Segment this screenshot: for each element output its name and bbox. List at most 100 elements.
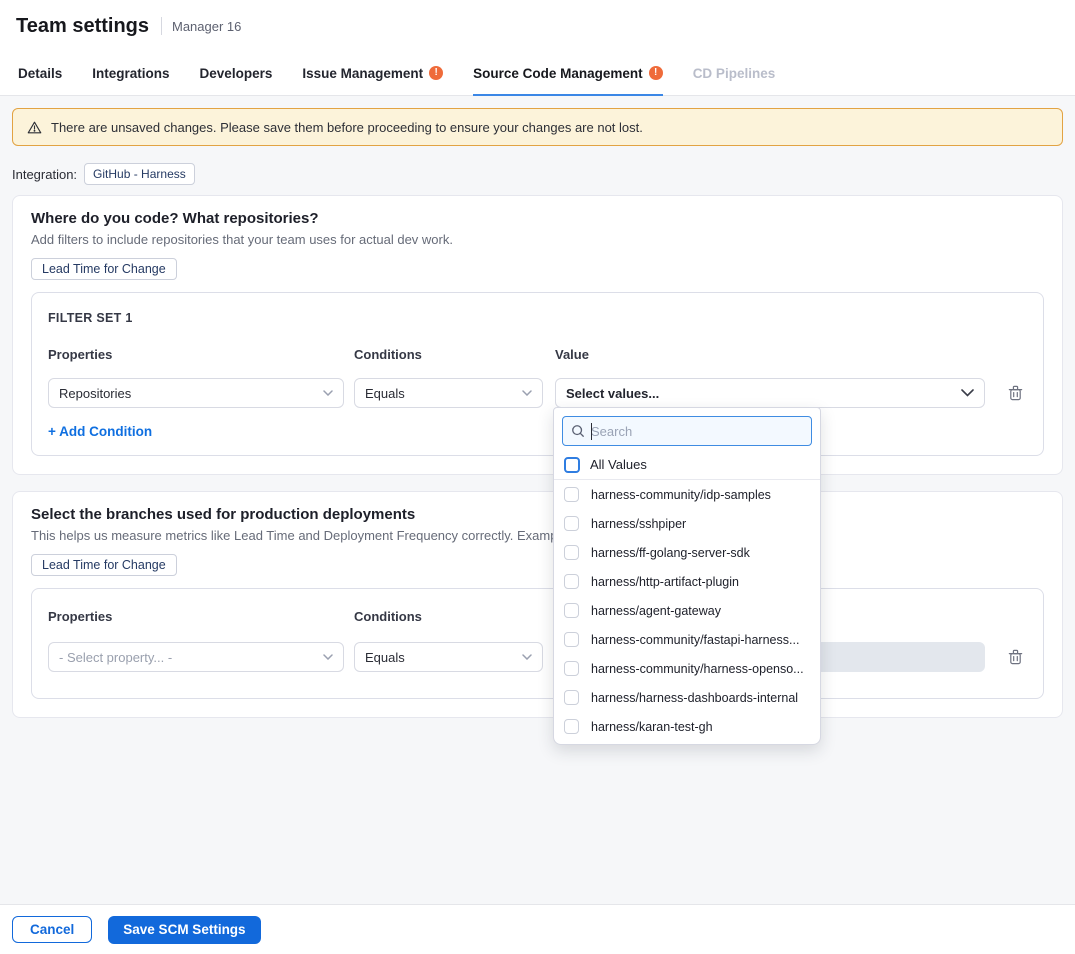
option-checkbox[interactable] xyxy=(564,574,579,589)
tab-source-code-management-label: Source Code Management xyxy=(473,66,643,81)
repositories-section-title: Where do you code? What repositories? xyxy=(31,210,1044,228)
search-icon xyxy=(571,424,585,438)
repository-option[interactable]: harness-community/fastapi-harness... xyxy=(554,625,820,654)
repository-option[interactable]: harness/sshpiper xyxy=(554,509,820,538)
chevron-down-icon xyxy=(323,654,333,660)
value-dropdown-popup: All Values harness-community/idp-samples… xyxy=(553,407,821,745)
chevron-down-icon xyxy=(961,389,974,397)
warning-badge-icon: ! xyxy=(429,66,443,80)
property-select-placeholder: - Select property... - xyxy=(59,650,323,665)
page-title: Team settings xyxy=(16,15,149,38)
chevron-down-icon xyxy=(522,654,532,660)
repository-option[interactable]: harness/ff-golang-server-sdk xyxy=(554,538,820,567)
repositories-section-subtitle: Add filters to include repositories that… xyxy=(31,232,1044,248)
option-label: harness/sshpiper xyxy=(591,517,686,531)
footer-action-bar: Cancel Save SCM Settings xyxy=(0,904,1075,954)
all-values-label: All Values xyxy=(590,457,647,472)
repository-option[interactable]: harness/http-artifact-plugin xyxy=(554,567,820,596)
branches-section-subtitle: This helps us measure metrics like Lead … xyxy=(31,528,553,544)
tab-developers[interactable]: Developers xyxy=(200,52,273,96)
option-checkbox[interactable] xyxy=(564,545,579,560)
option-checkbox[interactable] xyxy=(564,632,579,647)
tab-issue-management-label: Issue Management xyxy=(302,66,423,81)
trash-icon xyxy=(1008,649,1023,665)
settings-tab-bar: Details Integrations Developers Issue Ma… xyxy=(0,52,1075,96)
tab-issue-management[interactable]: Issue Management ! xyxy=(302,52,443,96)
chevron-down-icon xyxy=(522,390,532,396)
dropdown-search-box xyxy=(562,416,812,446)
filter-column-labels: Properties Conditions Value xyxy=(48,347,1027,362)
tab-source-code-management[interactable]: Source Code Management ! xyxy=(473,52,663,96)
option-checkbox[interactable] xyxy=(564,661,579,676)
all-values-checkbox[interactable] xyxy=(564,457,580,473)
page-header: Team settings Manager 16 xyxy=(0,0,1075,52)
option-checkbox[interactable] xyxy=(564,603,579,618)
option-checkbox[interactable] xyxy=(564,719,579,734)
tab-cd-pipelines-label: CD Pipelines xyxy=(693,66,776,81)
conditions-column-label: Conditions xyxy=(354,347,543,362)
property-select[interactable]: Repositories xyxy=(48,378,344,408)
repository-option[interactable]: harness/internal-video-guides xyxy=(554,741,820,745)
properties-column-label: Properties xyxy=(48,347,344,362)
tab-details[interactable]: Details xyxy=(18,52,62,96)
lead-time-tag: Lead Time for Change xyxy=(31,258,177,280)
conditions-column-label: Conditions xyxy=(354,609,543,624)
team-settings-page: Team settings Manager 16 Details Integra… xyxy=(0,0,1075,954)
option-checkbox[interactable] xyxy=(564,516,579,531)
tab-integrations[interactable]: Integrations xyxy=(92,52,169,96)
condition-select-value: Equals xyxy=(365,650,522,665)
option-label: harness/harness-dashboards-internal xyxy=(591,691,798,705)
value-options-list: harness-community/idp-samples harness/ss… xyxy=(554,480,820,745)
filter-row: - Select property... - Equals xyxy=(48,642,1027,672)
option-checkbox[interactable] xyxy=(564,487,579,502)
filter-row: Repositories Equals Select values... xyxy=(48,378,1027,408)
save-scm-settings-button[interactable]: Save SCM Settings xyxy=(108,916,260,944)
value-column-label: Value xyxy=(555,347,985,362)
branches-section-title: Select the branches used for production … xyxy=(31,506,1044,524)
filter-set-1: FILTER SET 1 Properties Conditions Value… xyxy=(31,292,1044,456)
search-input[interactable] xyxy=(591,424,803,439)
filter-column-labels: Properties Conditions Value xyxy=(48,609,1027,624)
option-label: harness-community/fastapi-harness... xyxy=(591,633,799,647)
warning-triangle-icon xyxy=(27,120,42,135)
property-select[interactable]: - Select property... - xyxy=(48,642,344,672)
option-label: harness-community/harness-openso... xyxy=(591,662,804,676)
repository-option[interactable]: harness/agent-gateway xyxy=(554,596,820,625)
condition-select-value: Equals xyxy=(365,386,522,401)
delete-filter-button[interactable] xyxy=(1003,645,1027,669)
delete-filter-button[interactable] xyxy=(1003,381,1027,405)
warning-badge-icon: ! xyxy=(649,66,663,80)
add-condition-link[interactable]: + Add Condition xyxy=(48,424,152,439)
option-label: harness/ff-golang-server-sdk xyxy=(591,546,750,560)
condition-select[interactable]: Equals xyxy=(354,642,543,672)
option-label: harness/agent-gateway xyxy=(591,604,721,618)
repository-option[interactable]: harness-community/idp-samples xyxy=(554,480,820,509)
integration-chip: GitHub - Harness xyxy=(84,163,195,185)
main-content: There are unsaved changes. Please save t… xyxy=(0,96,1075,904)
option-label: harness-community/idp-samples xyxy=(591,488,771,502)
cancel-button[interactable]: Cancel xyxy=(12,916,92,943)
unsaved-changes-text: There are unsaved changes. Please save t… xyxy=(51,120,643,135)
repository-option[interactable]: harness-community/harness-openso... xyxy=(554,654,820,683)
repositories-section-card: Where do you code? What repositories? Ad… xyxy=(12,195,1063,475)
title-divider xyxy=(161,17,162,35)
option-checkbox[interactable] xyxy=(564,690,579,705)
value-multiselect[interactable]: Select values... xyxy=(555,378,985,408)
team-name-label: Manager 16 xyxy=(172,19,241,34)
tab-integrations-label: Integrations xyxy=(92,66,169,81)
condition-select[interactable]: Equals xyxy=(354,378,543,408)
tab-developers-label: Developers xyxy=(200,66,273,81)
repository-option[interactable]: harness/harness-dashboards-internal xyxy=(554,683,820,712)
unsaved-changes-banner: There are unsaved changes. Please save t… xyxy=(12,108,1063,146)
integration-row: Integration: GitHub - Harness xyxy=(12,163,1063,185)
property-select-value: Repositories xyxy=(59,386,323,401)
repository-option[interactable]: harness/karan-test-gh xyxy=(554,712,820,741)
text-caret xyxy=(591,423,592,440)
tab-cd-pipelines: CD Pipelines xyxy=(693,52,776,96)
dropdown-search-area xyxy=(554,408,820,450)
select-all-option[interactable]: All Values xyxy=(554,450,820,480)
option-label: harness/karan-test-gh xyxy=(591,720,713,734)
branch-filter-set: Properties Conditions Value - Select pro… xyxy=(31,588,1044,699)
chevron-down-icon xyxy=(323,390,333,396)
integration-label: Integration: xyxy=(12,167,77,182)
